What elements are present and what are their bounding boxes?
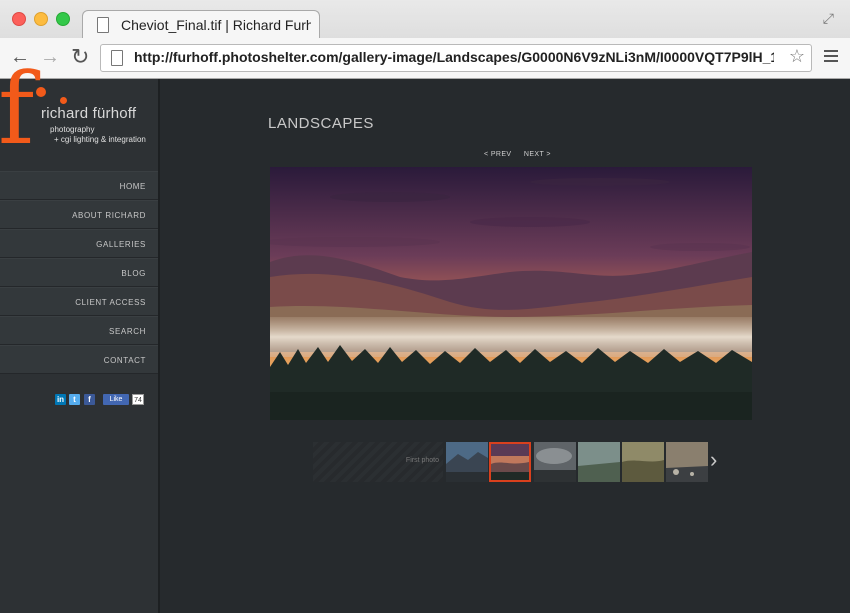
nav-item-client-access[interactable]: CLIENT ACCESS [0,287,158,316]
reload-icon[interactable]: ↻ [71,46,89,68]
address-bar[interactable]: http://furhoff.photoshelter.com/gallery-… [100,44,812,72]
fullscreen-icon[interactable]: ⤢ [823,10,834,27]
logo-dot [36,87,46,97]
prev-link[interactable]: < PREV [484,151,512,158]
nav-item-galleries[interactable]: GALLERIES [0,229,158,258]
thumbnail-next-arrow-icon[interactable]: › [710,447,717,473]
landscape-photo-image [270,167,752,420]
pager: < PREV NEXT > [484,151,561,158]
thumbnail[interactable] [622,442,664,482]
linkedin-icon[interactable]: in [55,394,66,405]
twitter-icon[interactable]: t [69,394,80,405]
url-text[interactable]: http://furhoff.photoshelter.com/gallery-… [134,49,774,65]
logo-letter: f [0,53,35,167]
thumbnail-selected[interactable] [489,442,531,482]
forward-icon[interactable]: → [40,46,60,68]
sidebar: f richard fürhoff photography + cgi ligh… [0,61,160,613]
site-logo[interactable]: f richard fürhoff photography + cgi ligh… [0,61,158,171]
logo-tagline: photography [50,125,95,134]
browser-chrome: Cheviot_Final.tif | Richard Furhoff ⤢ ← … [0,0,850,79]
thumbnail[interactable] [578,442,620,482]
browser-toolbar: ← → ↻ http://furhoff.photoshelter.com/ga… [0,38,850,78]
facebook-icon[interactable]: f [84,394,95,405]
logo-dot [60,97,67,104]
thumbnail-strip: First photo [313,442,708,482]
thumbnail[interactable] [534,442,576,482]
tab-strip: Cheviot_Final.tif | Richard Furhoff ⤢ [0,0,850,39]
thumbnail[interactable] [666,442,708,482]
bookmark-star-icon[interactable]: ☆ [789,46,805,67]
nav-item-about[interactable]: ABOUT RICHARD [0,200,158,229]
page-icon [111,50,123,66]
window-close-button[interactable] [12,12,26,26]
nav-item-blog[interactable]: BLOG [0,258,158,287]
logo-tagline: + cgi lighting & integration [54,135,146,144]
main-nav: HOME ABOUT RICHARD GALLERIES BLOG CLIENT… [0,171,158,374]
gallery-title: LANDSCAPES [268,115,374,132]
page: f richard fürhoff photography + cgi ligh… [0,61,850,613]
first-photo-label: First photo [405,457,439,464]
like-count: 74 [132,394,144,405]
page-icon [97,17,109,33]
nav-item-contact[interactable]: CONTACT [0,345,158,374]
nav-item-home[interactable]: HOME [0,171,158,200]
first-photo-placeholder: First photo [313,442,443,482]
facebook-like-button[interactable]: Like [103,394,129,405]
window-maximize-button[interactable] [56,12,70,26]
hero-photo[interactable] [270,167,752,420]
browser-tab[interactable]: Cheviot_Final.tif | Richard Furhoff [82,10,320,39]
window-minimize-button[interactable] [34,12,48,26]
logo-name: richard fürhoff [41,105,137,122]
next-link[interactable]: NEXT > [524,151,551,158]
thumbnail[interactable] [446,442,488,482]
tab-title: Cheviot_Final.tif | Richard Furhoff [121,17,311,33]
menu-icon[interactable] [824,50,838,65]
nav-item-search[interactable]: SEARCH [0,316,158,345]
